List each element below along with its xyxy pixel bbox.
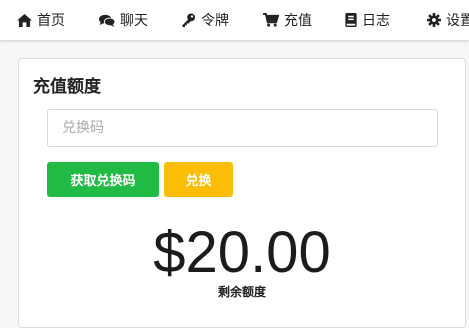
cart-icon bbox=[263, 13, 279, 27]
nav-item-home[interactable]: 首页 bbox=[17, 0, 65, 40]
home-icon bbox=[17, 13, 32, 27]
top-navigation-bar: 首页 聊天 令牌 充值 日志 设置 bbox=[0, 0, 469, 40]
comments-icon bbox=[99, 14, 115, 27]
redeem-button[interactable]: 兑换 bbox=[164, 162, 233, 197]
nav-item-tokens[interactable]: 令牌 bbox=[181, 0, 229, 40]
key-icon bbox=[181, 13, 196, 27]
card-title: 充值额度 bbox=[33, 77, 101, 97]
nav-item-settings-label: 设置 bbox=[446, 13, 469, 29]
nav-item-settings[interactable]: 设置 bbox=[427, 0, 469, 40]
remaining-balance-label: 剩余额度 bbox=[217, 285, 266, 299]
topup-card: 充值额度 获取兑换码 兑换 $20.00 剩余额度 bbox=[18, 58, 466, 328]
get-redeem-code-button[interactable]: 获取兑换码 bbox=[47, 162, 159, 197]
nav-item-topup-label: 充值 bbox=[284, 13, 312, 29]
redeem-code-input[interactable] bbox=[47, 109, 438, 147]
nav-item-home-label: 首页 bbox=[37, 13, 65, 29]
nav-item-logs-label: 日志 bbox=[362, 13, 390, 29]
nav-item-chat[interactable]: 聊天 bbox=[99, 0, 148, 40]
gear-icon bbox=[427, 13, 441, 27]
nav-item-chat-label: 聊天 bbox=[120, 13, 148, 29]
remaining-balance-value: $20.00 bbox=[153, 220, 331, 285]
nav-item-logs[interactable]: 日志 bbox=[345, 0, 390, 40]
nav-item-tokens-label: 令牌 bbox=[201, 13, 229, 29]
nav-item-topup[interactable]: 充值 bbox=[263, 0, 312, 40]
book-icon bbox=[345, 13, 357, 27]
